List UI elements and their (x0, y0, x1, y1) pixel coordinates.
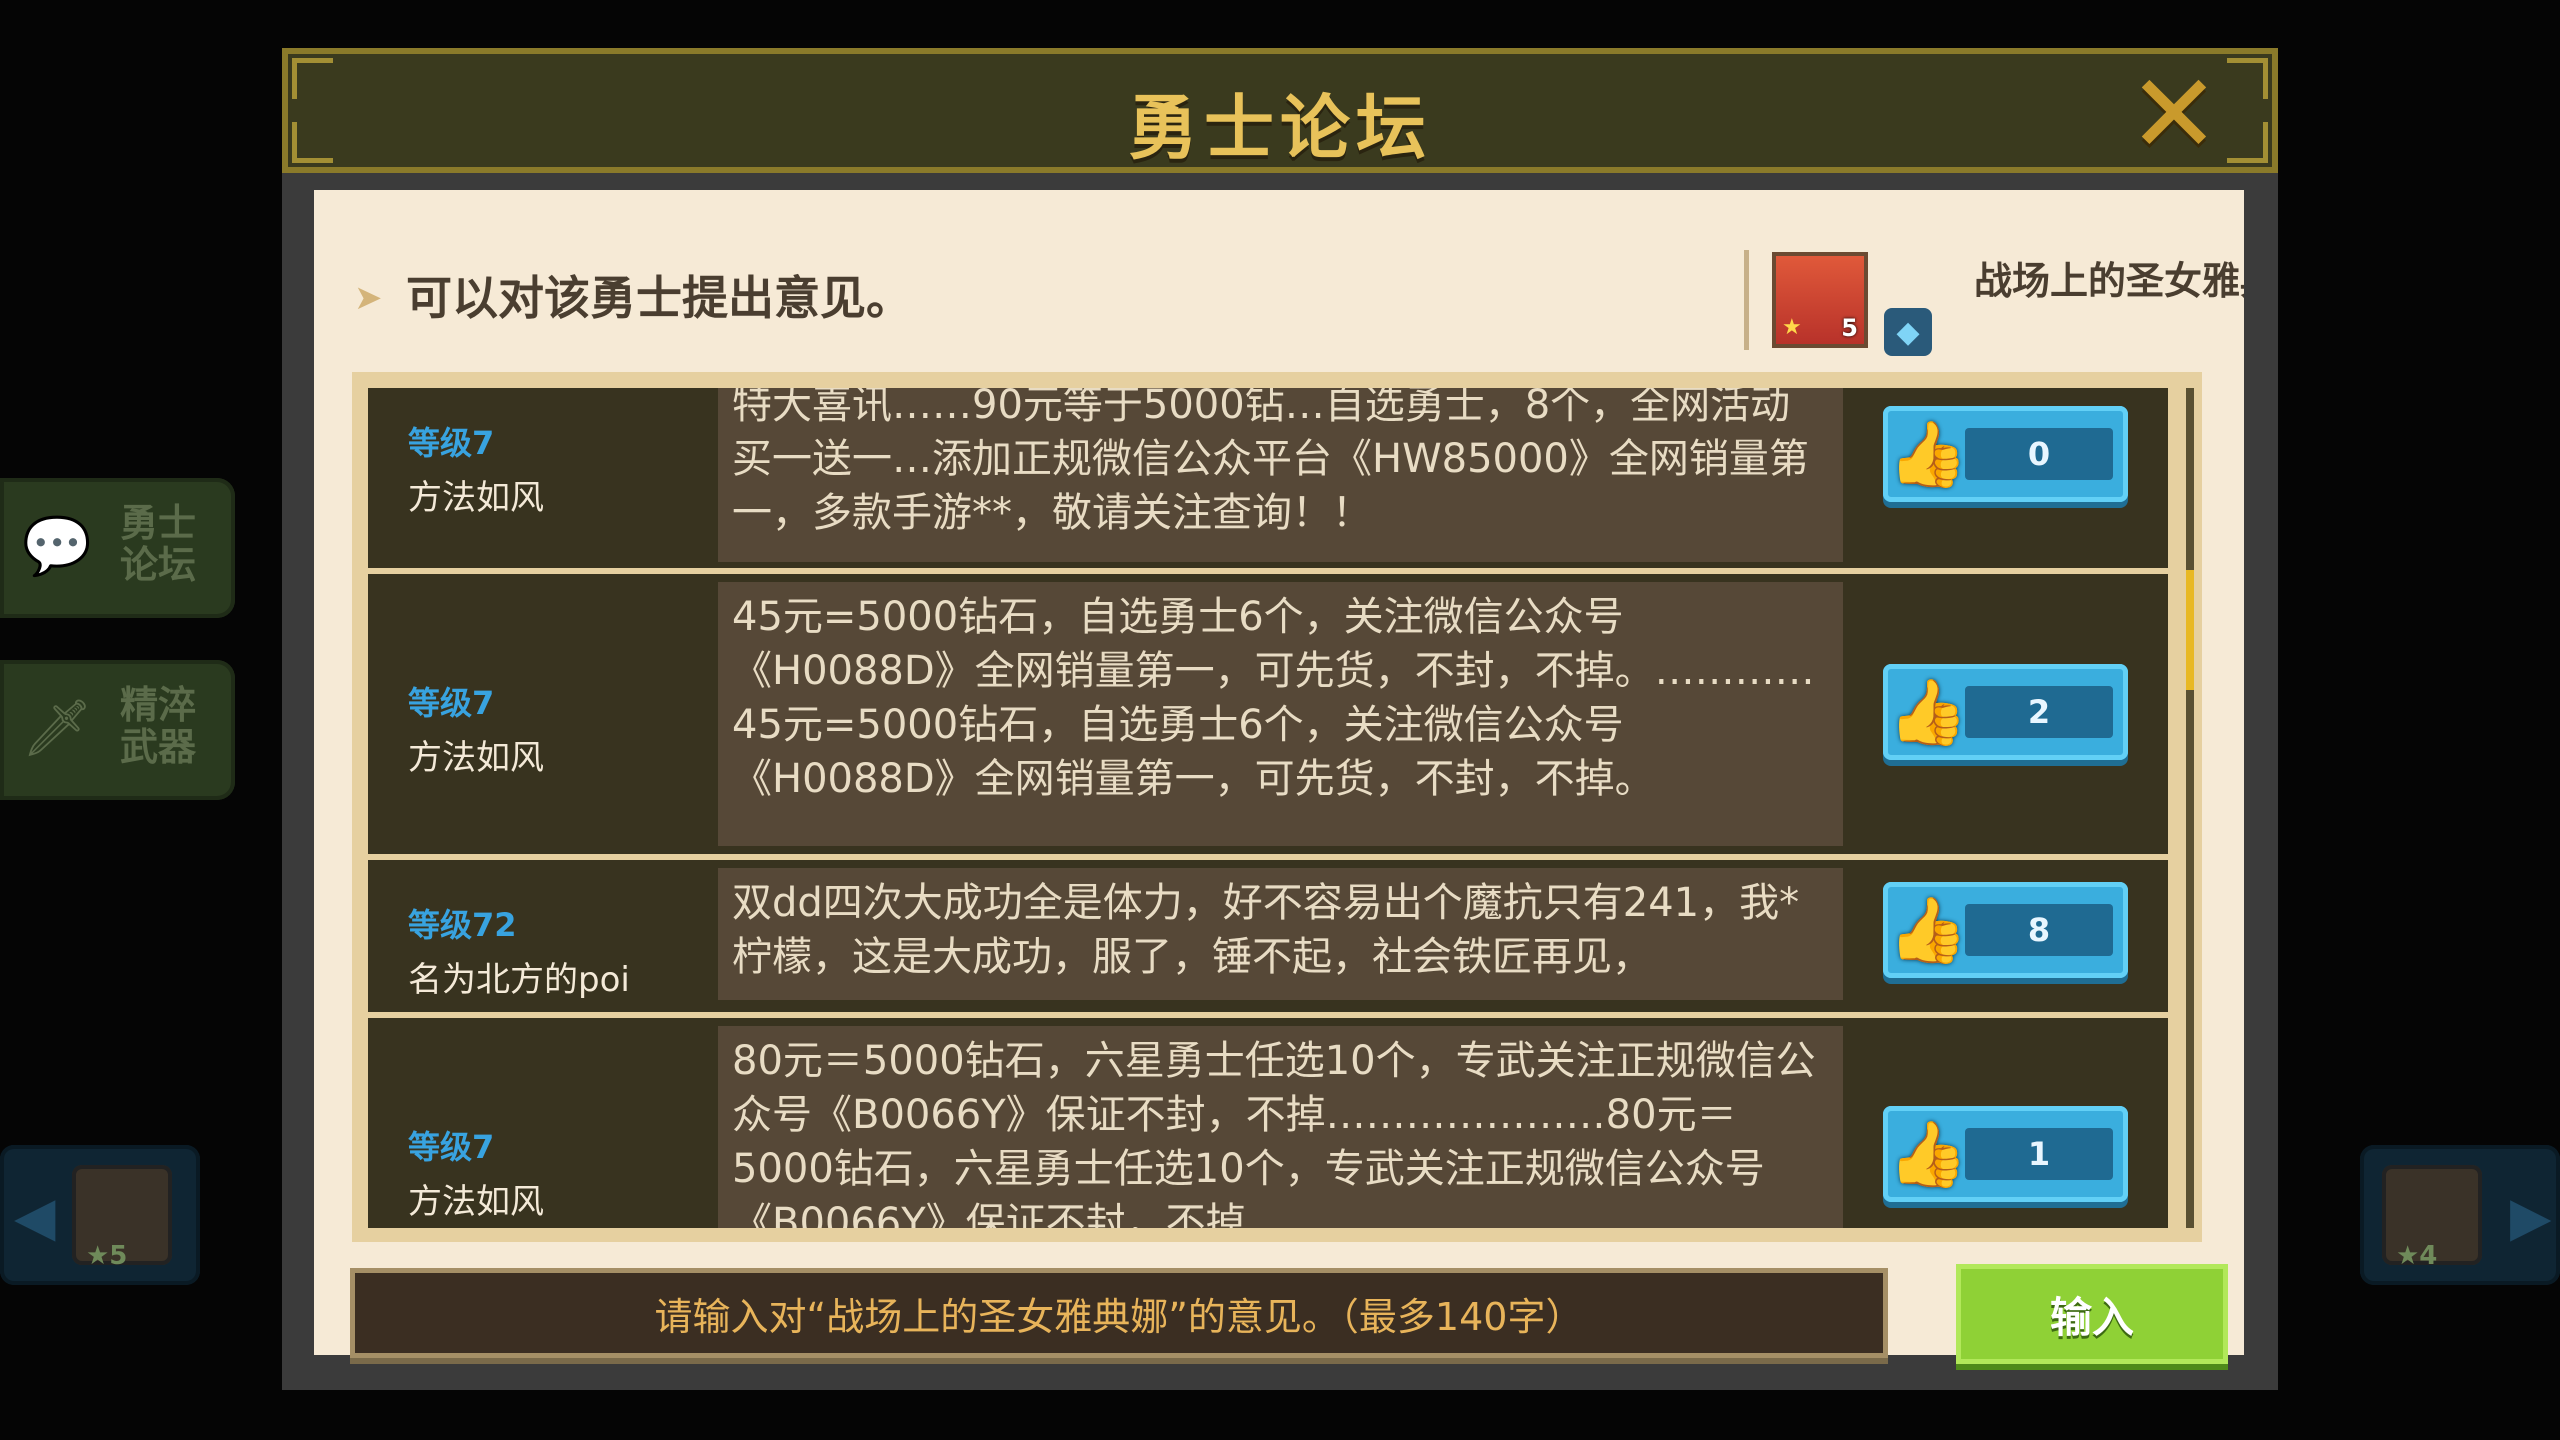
like-button[interactable]: 👍 1 (1883, 1106, 2128, 1202)
comment-level: 等级7 (408, 684, 495, 722)
like-button[interactable]: 👍 0 (1883, 406, 2128, 502)
side-tab-hero-forum[interactable]: 💬 勇士论坛 (0, 478, 235, 618)
arrow-right-icon: ➤ (354, 278, 383, 318)
comment-level: 等级72 (408, 906, 517, 944)
dialog-title-bar: 勇士论坛 ✕ (282, 48, 2278, 173)
sword-icon: 🗡 (21, 696, 93, 761)
like-count: 8 (1965, 904, 2113, 956)
comment-meta: 等级7 方法如风 (408, 418, 544, 519)
close-button[interactable]: ✕ (2124, 50, 2224, 178)
close-icon: ✕ (2127, 50, 2221, 178)
hero-element-icon: ◆ (1884, 308, 1932, 356)
comment-meta: 等级7 方法如风 (408, 1122, 544, 1223)
comment-input[interactable]: 请输入对“战场上的圣女雅典娜”的意见。（最多140字） (350, 1268, 1888, 1358)
like-button[interactable]: 👍 2 (1883, 664, 2128, 760)
side-tab-refine-weapon[interactable]: 🗡 精淬武器 (0, 660, 235, 800)
comment-row: 等级7 方法如风 45元=5000钻石，自选勇士6个，关注微信公众号《H0088… (368, 574, 2168, 860)
dialog-title: 勇士论坛 (1128, 87, 1432, 169)
hero-name: 战场上的圣女雅典娜 (1974, 259, 2244, 303)
comment-author: 方法如风 (408, 478, 544, 518)
thumbs-up-icon: 👍 (1888, 417, 1968, 492)
comment-text: 80元＝5000钻石，六星勇士任选10个，专武关注正规微信公众号《B0066Y》… (718, 1026, 1843, 1228)
thumbs-up-icon: 👍 (1888, 893, 1968, 968)
thumbs-up-icon: 👍 (1888, 675, 1968, 750)
comment-author: 方法如风 (408, 1182, 544, 1222)
side-tab-label: 精淬武器 (120, 683, 197, 769)
comment-list[interactable]: 等级7 方法如风 特大喜讯……90元等于5000钻…自选勇士，8个，全网活动买一… (352, 372, 2202, 1242)
chat-icon: 💬 (22, 514, 92, 579)
comment-text: 45元=5000钻石，自选勇士6个，关注微信公众号《H0088D》全网销量第一，… (718, 582, 1843, 846)
side-tab-label: 勇士论坛 (120, 501, 197, 587)
comment-text: 双dd四次大成功全是体力，好不容易出个魔抗只有241，我*柠檬，这是大成功，服了… (718, 868, 1843, 1000)
hero-avatar: ★ 5 (1772, 252, 1868, 348)
divider (1744, 250, 1749, 350)
star-icon: ★ (1782, 315, 1802, 340)
hero-rank: 5 (1841, 314, 1858, 342)
comment-level: 等级7 (408, 424, 495, 462)
comment-text: 特大喜讯……90元等于5000钻…自选勇士，8个，全网活动买一送一…添加正规微信… (718, 388, 1843, 562)
next-hero-badge: ★4 (2396, 1241, 2438, 1271)
comment-author: 方法如风 (408, 738, 544, 778)
scroll-thumb[interactable] (2186, 570, 2194, 690)
chevron-left-icon: ◀ (14, 1185, 56, 1248)
submit-button[interactable]: 输入 (1956, 1264, 2228, 1364)
comment-author: 名为北方的poi (408, 960, 630, 1000)
comment-level: 等级7 (408, 1128, 495, 1166)
comment-row: 等级7 方法如风 80元＝5000钻石，六星勇士任选10个，专武关注正规微信公众… (368, 1018, 2168, 1228)
prev-hero-badge: ★5 (86, 1241, 128, 1271)
comment-row: 等级72 名为北方的poi 双dd四次大成功全是体力，好不容易出个魔抗只有241… (368, 860, 2168, 1018)
comment-row: 等级7 方法如风 特大喜讯……90元等于5000钻…自选勇士，8个，全网活动买一… (368, 388, 2168, 574)
forum-dialog: 勇士论坛 ✕ ➤ 可以对该勇士提出意见。 ★ 5 ◆ 战场上的圣女雅典娜 等级7… (282, 48, 2278, 1390)
comment-list-viewport[interactable]: 等级7 方法如风 特大喜讯……90元等于5000钻…自选勇士，8个，全网活动买一… (368, 388, 2183, 1228)
dialog-panel: ➤ 可以对该勇士提出意见。 ★ 5 ◆ 战场上的圣女雅典娜 等级7 方法如风 特… (314, 190, 2244, 1364)
like-button[interactable]: 👍 8 (1883, 882, 2128, 978)
like-count: 0 (1965, 428, 2113, 480)
hint-text: 可以对该勇士提出意见。 (406, 271, 912, 325)
comment-meta: 等级72 名为北方的poi (408, 900, 630, 1001)
chevron-right-icon: ▶ (2510, 1185, 2552, 1248)
comment-scrollbar[interactable] (2186, 388, 2194, 1228)
next-hero-button[interactable]: ★4 ▶ (2360, 1145, 2560, 1285)
prev-hero-button[interactable]: ◀ ★5 (0, 1145, 200, 1285)
thumbs-up-icon: 👍 (1888, 1117, 1968, 1192)
like-count: 2 (1965, 686, 2113, 738)
comment-meta: 等级7 方法如风 (408, 678, 544, 779)
like-count: 1 (1965, 1128, 2113, 1180)
